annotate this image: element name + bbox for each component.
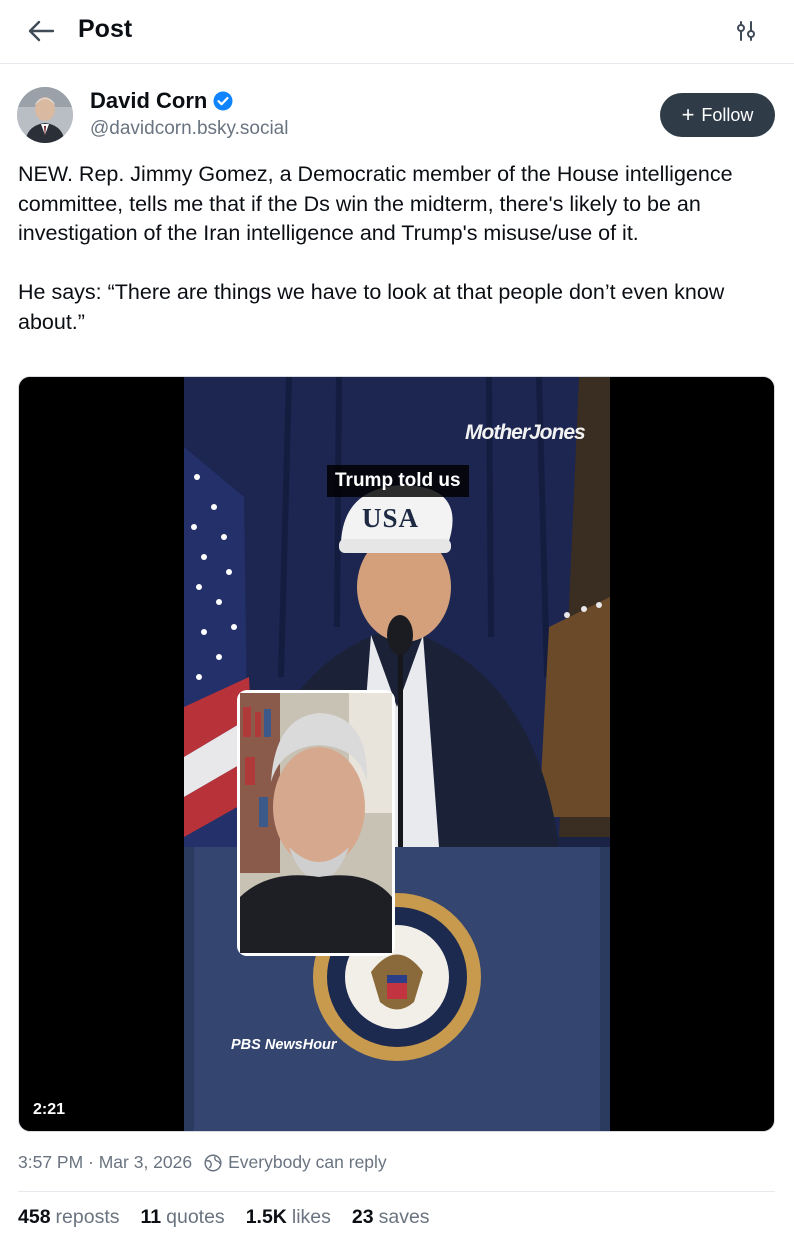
video-player[interactable]: MotherJones Trump told us USA PBS NewsHo… (18, 376, 775, 1132)
video-source-label: PBS NewsHour (231, 1037, 337, 1053)
video-caption: Trump told us (327, 465, 469, 497)
thread-settings-button[interactable] (728, 13, 764, 49)
reply-setting-text: Everybody can reply (228, 1152, 387, 1172)
stat-quotes[interactable]: 11 quotes (141, 1206, 225, 1229)
author-name[interactable]: David Corn (90, 88, 233, 114)
hat-text: USA (362, 503, 420, 533)
post-timestamp[interactable]: 3:57 PM · Mar 3, 2026 (18, 1152, 192, 1173)
sliders-icon (737, 21, 755, 41)
divider (18, 1191, 775, 1192)
follow-button[interactable]: + Follow (660, 93, 775, 137)
video-logo: MotherJones (465, 421, 586, 444)
back-button[interactable] (22, 14, 60, 48)
verified-badge-icon (213, 91, 233, 111)
post-text: NEW. Rep. Jimmy Gomez, a Democratic memb… (18, 162, 733, 334)
avatar-image (17, 87, 73, 143)
globe-icon (204, 1153, 222, 1172)
reply-setting[interactable]: Everybody can reply (204, 1152, 387, 1173)
arrow-left-icon (28, 20, 55, 42)
stat-reposts[interactable]: 458 reposts (18, 1206, 120, 1229)
top-bar: Post (0, 0, 794, 64)
author-handle[interactable]: @davidcorn.bsky.social (90, 118, 288, 140)
author-name-text: David Corn (90, 88, 208, 113)
avatar[interactable] (17, 87, 73, 143)
stat-saves[interactable]: 23 saves (352, 1206, 430, 1229)
page-title: Post (78, 15, 133, 43)
post-meta: 3:57 PM · Mar 3, 2026 Everybody can repl… (18, 1152, 387, 1173)
follow-label: Follow (701, 104, 754, 125)
plus-icon: + (681, 102, 695, 127)
stat-likes[interactable]: 1.5K likes (246, 1206, 331, 1229)
post-stats: 458 reposts 11 quotes 1.5K likes 23 saves (18, 1206, 430, 1229)
video-duration: 2:21 (33, 1101, 66, 1118)
